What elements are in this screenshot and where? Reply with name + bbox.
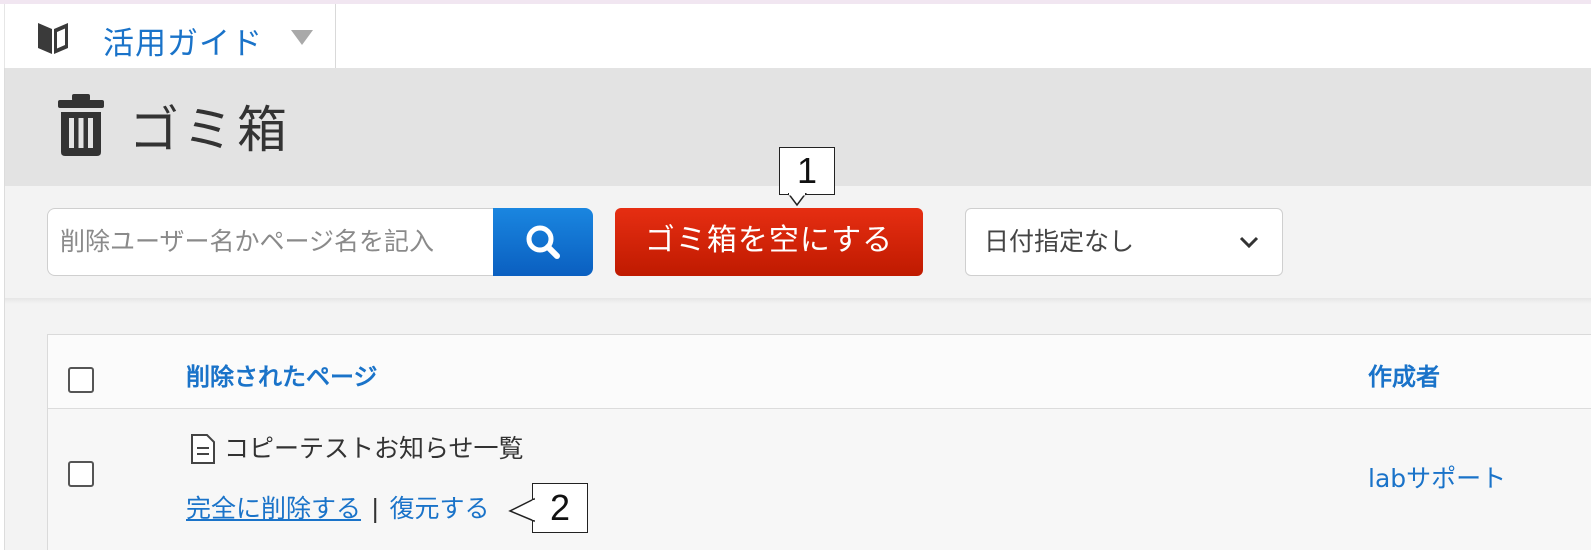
table-row: コピーテストお知らせ一覧 完全に削除する | 復元する labサポート bbox=[48, 409, 1591, 550]
search-icon bbox=[526, 225, 560, 259]
callout-1: 1 bbox=[779, 147, 835, 195]
page-title: ゴミ箱 bbox=[129, 101, 291, 159]
callout-pointer bbox=[508, 497, 536, 523]
document-icon bbox=[191, 434, 215, 464]
caret-down-icon[interactable] bbox=[291, 30, 313, 45]
trash-table: 削除されたページ 作成者 コピーテストお知らせ一覧 完全に削除する | 復元する l… bbox=[47, 334, 1591, 550]
callout-pointer bbox=[788, 193, 807, 207]
row-checkbox[interactable] bbox=[68, 461, 94, 487]
column-header-author[interactable]: 作成者 bbox=[1368, 357, 1440, 392]
column-header-page[interactable]: 削除されたページ bbox=[186, 357, 378, 392]
trash-icon bbox=[58, 94, 104, 156]
author-link[interactable]: labサポート bbox=[1368, 459, 1506, 495]
book-icon bbox=[38, 23, 68, 54]
select-all-checkbox[interactable] bbox=[68, 367, 94, 393]
search-input[interactable]: 削除ユーザー名かページ名を記入 bbox=[47, 208, 493, 276]
date-filter-value: 日付指定なし bbox=[984, 227, 1135, 256]
row-actions: 完全に削除する | 復元する bbox=[186, 489, 489, 525]
date-filter-select[interactable]: 日付指定なし bbox=[965, 208, 1283, 276]
callout-2: 2 bbox=[532, 483, 588, 533]
table-header: 削除されたページ 作成者 bbox=[48, 335, 1591, 409]
delete-permanently-link[interactable]: 完全に削除する bbox=[186, 494, 361, 523]
restore-link[interactable]: 復元する bbox=[389, 494, 489, 523]
action-separator: | bbox=[371, 494, 380, 523]
guide-tab[interactable]: 活用ガイド bbox=[4, 4, 336, 68]
trash-page: ゴミ箱 削除ユーザー名かページ名を記入 ゴミ箱を空にする 日付指定なし 削除され… bbox=[4, 68, 1591, 550]
guide-label: 活用ガイド bbox=[103, 26, 263, 62]
empty-trash-button[interactable]: ゴミ箱を空にする bbox=[615, 208, 923, 276]
chevron-down-icon bbox=[1239, 236, 1259, 249]
page-title-cell[interactable]: コピーテストお知らせ一覧 bbox=[224, 429, 524, 465]
search-button[interactable] bbox=[493, 208, 593, 276]
divider bbox=[5, 298, 1591, 304]
